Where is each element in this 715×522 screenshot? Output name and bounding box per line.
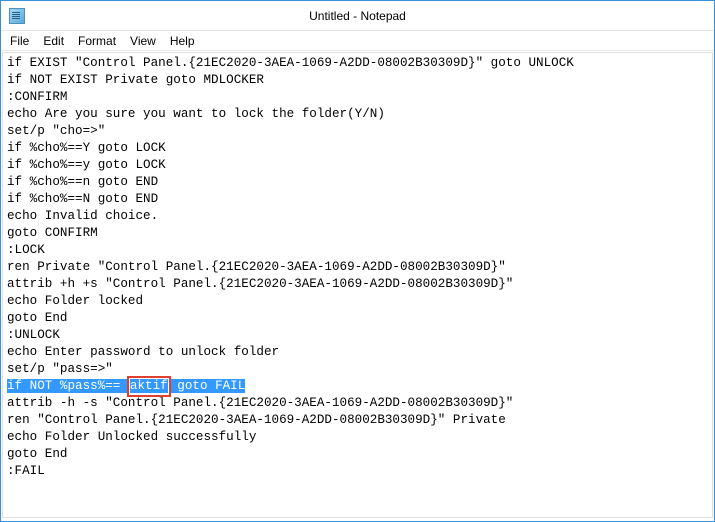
code-line: echo Folder Unlocked successfully [7,430,256,444]
code-line: goto End [7,311,67,325]
code-line: goto End [7,447,67,461]
code-line: :FAIL [7,464,45,478]
text-editor[interactable]: if EXIST "Control Panel.{21EC2020-3AEA-1… [3,53,712,482]
highlighted-line-part1: if NOT %pass%== [7,379,128,393]
code-line: :UNLOCK [7,328,60,342]
code-line: ren "Control Panel.{21EC2020-3AEA-1069-A… [7,413,506,427]
code-line: if %cho%==n goto END [7,175,158,189]
code-line: echo Are you sure you want to lock the f… [7,107,385,121]
code-line: echo Invalid choice. [7,209,158,223]
menu-format[interactable]: Format [71,33,123,49]
code-line: :CONFIRM [7,90,67,104]
code-line: if %cho%==y goto LOCK [7,158,166,172]
highlighted-line-part3: goto FAIL [170,379,246,393]
code-line: set/p "cho=>" [7,124,105,138]
menu-help[interactable]: Help [163,33,202,49]
titlebar[interactable]: Untitled - Notepad [1,1,714,31]
code-line: :LOCK [7,243,45,257]
notepad-icon [9,8,25,24]
editor-container: if EXIST "Control Panel.{21EC2020-3AEA-1… [2,52,713,518]
menu-edit[interactable]: Edit [36,33,71,49]
code-line: attrib -h -s "Control Panel.{21EC2020-3A… [7,396,513,410]
highlighted-password: aktif [130,379,168,393]
code-line: goto CONFIRM [7,226,98,240]
code-line: echo Enter password to unlock folder [7,345,279,359]
callout-box: aktif [127,376,171,397]
code-line: if EXIST "Control Panel.{21EC2020-3AEA-1… [7,56,574,70]
code-line: if %cho%==N goto END [7,192,158,206]
menubar: File Edit Format View Help [1,31,714,51]
code-line: ren Private "Control Panel.{21EC2020-3AE… [7,260,506,274]
menu-file[interactable]: File [3,33,36,49]
menu-view[interactable]: View [123,33,163,49]
code-line: attrib +h +s "Control Panel.{21EC2020-3A… [7,277,513,291]
code-line: set/p "pass=>" [7,362,113,376]
code-line: if %cho%==Y goto LOCK [7,141,166,155]
window-title: Untitled - Notepad [309,9,406,23]
code-line: if NOT EXIST Private goto MDLOCKER [7,73,264,87]
code-line: echo Folder locked [7,294,143,308]
